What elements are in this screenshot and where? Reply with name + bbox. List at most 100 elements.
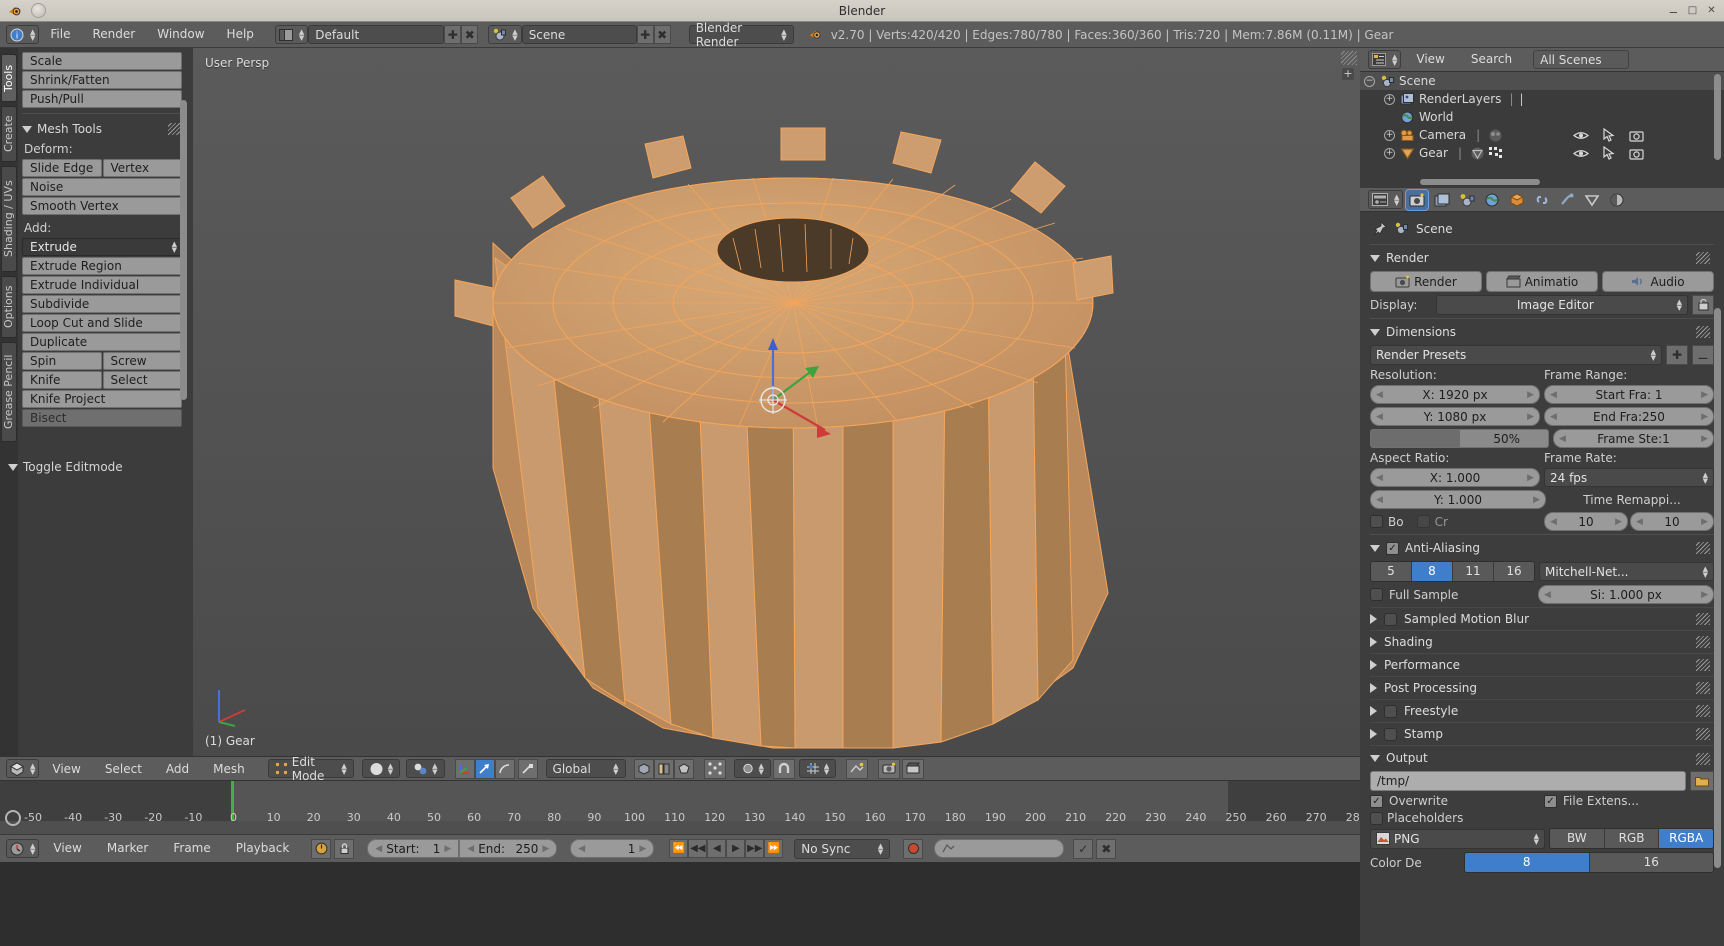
menu-file[interactable]: File <box>39 25 81 44</box>
panel-header-output[interactable]: Output <box>1370 745 1714 768</box>
tool-knife-project[interactable]: Knife Project <box>22 390 182 408</box>
properties-scrollbar[interactable] <box>1714 308 1721 868</box>
aa-sample-8[interactable]: 8 <box>1412 562 1453 581</box>
next-keyframe-button[interactable]: ▶▶ <box>745 839 765 858</box>
arrow-left-icon[interactable]: ◀ <box>1376 390 1383 400</box>
outliner-tree[interactable]: − Scene + RenderLayers | | World + Camer… <box>1360 72 1724 188</box>
aspect-y-field[interactable]: ◀ Y: 1.000 ▶ <box>1370 490 1546 509</box>
delete-keyframe-button[interactable]: ✖ <box>1096 838 1117 859</box>
timelinemenu-view[interactable]: View <box>42 839 92 858</box>
limit-selection-visible-button[interactable] <box>633 758 654 779</box>
outliner-scrollbar-horizontal[interactable] <box>1420 179 1540 185</box>
rotate-manipulator-button[interactable] <box>494 758 515 779</box>
outliner-display-mode-dropdown[interactable]: All Scenes <box>1533 50 1630 69</box>
color-mode-segmented[interactable]: BW RGB RGBA <box>1549 828 1714 849</box>
tool-smooth-vertex[interactable]: Smooth Vertex <box>22 197 182 215</box>
editor-type-selector-properties[interactable]: ▲ ▼ <box>1368 190 1404 209</box>
screen-layout-dropdown[interactable]: Default <box>308 25 445 44</box>
tool-slide-edge[interactable]: Slide Edge <box>22 159 102 177</box>
file-browse-folder-icon[interactable] <box>1690 771 1714 791</box>
render-animation-icon[interactable] <box>902 758 925 779</box>
panel-header-render[interactable]: Render <box>1370 248 1714 268</box>
arrow-left-icon[interactable]: ◀ <box>1376 495 1383 505</box>
viewmenu-mesh[interactable]: Mesh <box>202 760 256 778</box>
arrow-right-icon[interactable]: ▶ <box>1701 390 1708 400</box>
tool-scale[interactable]: Scale <box>22 52 182 70</box>
tool-extrude-individual[interactable]: Extrude Individual <box>22 276 182 294</box>
resolution-y-field[interactable]: ◀ Y: 1080 px ▶ <box>1370 407 1540 426</box>
arrow-right-icon[interactable]: ▶ <box>639 844 646 854</box>
aa-samples-segmented[interactable]: 5 8 11 16 <box>1370 561 1535 582</box>
arrow-left-icon[interactable]: ◀ <box>1550 517 1557 527</box>
outliner-row-camera[interactable]: + Camera | <box>1360 126 1724 144</box>
play-reverse-button[interactable]: ◀ <box>707 839 727 858</box>
occlude-geometry-button[interactable] <box>653 758 674 779</box>
remap-new-field[interactable]: ◀ 10 ▶ <box>1630 512 1714 531</box>
maximize-icon[interactable]: □ <box>1686 4 1699 17</box>
scene-dropdown[interactable]: Scene <box>521 25 637 44</box>
sampled-motion-blur-checkbox[interactable] <box>1384 612 1397 626</box>
snap-element-dropdown[interactable]: ▲ ▼ <box>798 759 837 778</box>
editor-type-selector-timeline[interactable]: ▲ ▼ <box>6 839 40 858</box>
tab-material-properties[interactable] <box>1606 190 1628 210</box>
arrow-left-icon[interactable]: ◀ <box>375 844 382 854</box>
panel-header-anti-aliasing[interactable]: ✓ Anti-Aliasing <box>1370 538 1714 558</box>
gear-mesh[interactable] <box>193 48 1360 756</box>
aa-filter-dropdown[interactable]: Mitchell-Net... ▲ ▼ <box>1539 562 1714 581</box>
pin-icon[interactable] <box>1372 221 1387 236</box>
translate-manipulator-button[interactable] <box>474 758 495 779</box>
record-icon[interactable] <box>903 838 924 859</box>
vertex-group-icon[interactable] <box>1489 147 1503 159</box>
arrow-left-icon[interactable]: ◀ <box>467 844 474 854</box>
anti-aliasing-checkbox[interactable]: ✓ <box>1386 541 1399 555</box>
timelinemenu-frame[interactable]: Frame <box>162 839 221 858</box>
outliner-row-scene[interactable]: − Scene <box>1360 72 1724 90</box>
screen-layout-icon-button[interactable]: ▲ ▼ <box>274 25 309 44</box>
interaction-mode-dropdown[interactable]: Edit Mode ▲ ▼ <box>267 755 354 783</box>
lock-icon[interactable] <box>334 838 355 859</box>
tool-duplicate[interactable]: Duplicate <box>22 333 182 351</box>
tab-scene-properties[interactable] <box>1456 190 1478 210</box>
tool-push-pull[interactable]: Push/Pull <box>22 90 182 108</box>
tool-vertex[interactable]: Vertex <box>102 159 182 177</box>
tab-tools[interactable]: Tools <box>1 54 17 102</box>
menu-render[interactable]: Render <box>81 25 146 44</box>
camera-data-icon[interactable] <box>1488 129 1503 142</box>
arrow-right-icon[interactable]: ▶ <box>1527 473 1534 483</box>
previous-keyframe-button[interactable]: ◀◀ <box>688 839 708 858</box>
arrow-left-icon[interactable]: ◀ <box>1559 434 1566 444</box>
tab-object-data-properties[interactable] <box>1581 190 1603 210</box>
overwrite-checkbox[interactable]: ✓ <box>1370 794 1383 808</box>
output-path-field[interactable]: /tmp/ <box>1370 771 1686 791</box>
scene-icon-button[interactable]: ▲ ▼ <box>488 25 522 44</box>
aa-sample-5[interactable]: 5 <box>1371 562 1412 581</box>
tab-create[interactable]: Create <box>1 106 17 162</box>
tab-options[interactable]: Options <box>1 276 17 338</box>
lock-interface-icon[interactable] <box>1692 295 1714 315</box>
expand-icon[interactable]: + <box>1384 147 1395 159</box>
tab-world-properties[interactable] <box>1481 190 1503 210</box>
arrow-right-icon[interactable]: ▶ <box>1533 495 1540 505</box>
menu-help[interactable]: Help <box>216 25 265 44</box>
color-depth-16[interactable]: 16 <box>1589 853 1713 872</box>
panel-header-stamp[interactable]: Stamp <box>1370 722 1714 745</box>
color-depth-8[interactable]: 8 <box>1465 853 1590 872</box>
jump-to-end-button[interactable]: ⏩ <box>764 839 784 858</box>
arrow-right-icon[interactable]: ▶ <box>444 844 451 854</box>
editor-type-selector-3dview[interactable]: ▲ ▼ <box>6 759 40 778</box>
mesh-data-icon[interactable] <box>1470 147 1485 160</box>
arrow-right-icon[interactable]: ▶ <box>1701 412 1708 422</box>
resolution-x-field[interactable]: ◀ X: 1920 px ▶ <box>1370 385 1540 404</box>
file-extensions-checkbox[interactable]: ✓ <box>1544 794 1557 808</box>
remap-old-field[interactable]: ◀ 10 ▶ <box>1544 512 1628 531</box>
arrow-left-icon[interactable]: ◀ <box>1550 390 1557 400</box>
display-mode-dropdown[interactable]: Image Editor ▲ ▼ <box>1436 295 1688 315</box>
aa-sample-11[interactable]: 11 <box>1453 562 1494 581</box>
tool-knife[interactable]: Knife <box>22 371 102 389</box>
remove-preset-button[interactable]: ⚊ <box>1692 345 1714 365</box>
minimize-icon[interactable]: ⚊ <box>1667 4 1680 17</box>
aspect-x-field[interactable]: ◀ X: 1.000 ▶ <box>1370 468 1540 487</box>
viewmenu-add[interactable]: Add <box>155 760 200 778</box>
arrow-right-icon[interactable]: ▶ <box>1701 434 1708 444</box>
3d-viewport[interactable]: + User Persp (1) Gear <box>193 48 1360 756</box>
